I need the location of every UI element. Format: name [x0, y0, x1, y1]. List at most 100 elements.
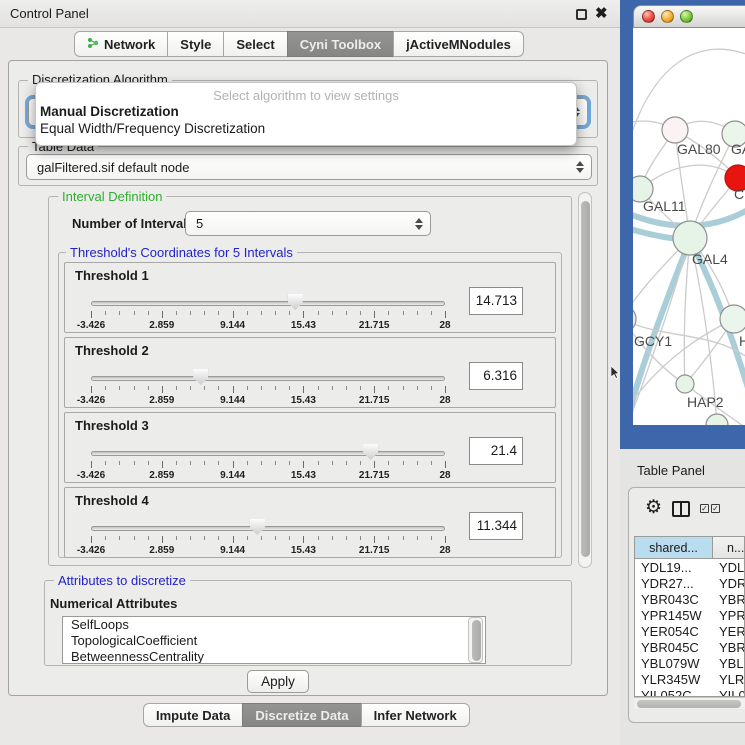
node-label-gal11: GAL11 [643, 198, 686, 214]
threshold-value-field[interactable]: 21.4 [469, 437, 523, 465]
network-node-bottom-node[interactable] [706, 414, 728, 425]
cell-shared-name[interactable]: YIL052C [641, 688, 692, 697]
threshold-label: Threshold 3 [75, 418, 149, 433]
threshold-slider-track[interactable] [91, 301, 445, 306]
attribute-list-item[interactable]: BetweennessCentrality [63, 649, 485, 664]
tab-select[interactable]: Select [223, 31, 287, 57]
mouse-cursor [611, 366, 620, 384]
threshold-slider-thumb[interactable] [250, 519, 265, 535]
zoom-traffic-light[interactable] [680, 10, 693, 23]
cell-shared-name[interactable]: YPR145W [641, 608, 702, 623]
cell-shared-name[interactable]: YBR045C [641, 640, 699, 655]
cell-shared-name[interactable]: YDR27... [641, 576, 694, 591]
close-icon[interactable]: ✖ [595, 4, 608, 22]
cell-name[interactable]: YIL0 [719, 688, 745, 697]
cell-shared-name[interactable]: YDL19... [641, 560, 692, 575]
popup-item-equal-width-frequency[interactable]: Equal Width/Frequency Discretization [36, 120, 576, 137]
table-row[interactable]: YLR345W YLR3 [635, 671, 745, 687]
network-node-right-mid[interactable] [720, 305, 745, 333]
attributes-group-title: Attributes to discretize [54, 573, 190, 588]
cell-shared-name[interactable]: YLR345W [641, 672, 700, 687]
cell-shared-name[interactable]: YBL079W [641, 656, 700, 671]
table-row[interactable]: YBR045C YBR0 [635, 639, 745, 655]
checkbox-icon[interactable]: ✓ [711, 504, 720, 513]
threshold-value-field[interactable]: 6.316 [469, 362, 523, 390]
column-header-shared-name[interactable]: shared... [635, 537, 713, 559]
settings-scrollbar-thumb[interactable] [581, 201, 590, 557]
network-node-gal80[interactable] [662, 117, 688, 143]
tab-impute-data[interactable]: Impute Data [143, 703, 243, 727]
threshold-slider-thumb[interactable] [288, 294, 303, 310]
cell-name[interactable]: YER0 [719, 624, 745, 639]
screenshot-root: Control Panel ✖ Network Style Select Cyn… [0, 0, 745, 745]
threshold-slider-thumb[interactable] [363, 444, 378, 460]
cell-name[interactable]: YBR0 [719, 640, 745, 655]
attributes-list-scrollbar-thumb[interactable] [472, 620, 481, 661]
node-label-gal4: GAL4 [692, 251, 728, 267]
cell-shared-name[interactable]: YER054C [641, 624, 699, 639]
tab-style[interactable]: Style [167, 31, 224, 57]
threshold-slider-track[interactable] [91, 376, 445, 381]
tab-discretize-data[interactable]: Discretize Data [242, 703, 361, 727]
cell-name[interactable]: YDR2 [719, 576, 745, 591]
tab-label: Cyni Toolbox [300, 37, 381, 52]
cell-name[interactable]: YBR0 [719, 592, 745, 607]
settings-scrollbar[interactable] [578, 192, 592, 568]
cell-name[interactable]: YLR3 [719, 672, 745, 687]
network-node-hap2[interactable] [676, 375, 694, 393]
threshold-value-field[interactable]: 14.713 [469, 287, 523, 315]
cell-shared-name[interactable]: YBR043C [641, 592, 699, 607]
table-row[interactable]: YDL19... YDL1 [635, 559, 745, 575]
network-window-titlebar[interactable] [633, 5, 745, 28]
network-node-gal4[interactable] [673, 221, 707, 255]
tab-cyni-toolbox[interactable]: Cyni Toolbox [287, 31, 394, 57]
column-layout-icon[interactable] [672, 501, 690, 517]
table-hscrollbar[interactable] [634, 697, 745, 709]
threshold-panel: Threshold 3 -3.4262.8599.14415.4321.7152… [64, 412, 556, 483]
node-label-right-mid: H [739, 333, 745, 349]
attribute-list-item[interactable]: SelfLoops [63, 617, 485, 633]
column-header-name[interactable]: n... [713, 537, 745, 559]
control-panel-tabs: Network Style Select Cyni Toolbox jActiv… [74, 31, 524, 57]
cell-name[interactable]: YBL0 [719, 656, 745, 671]
control-panel-window: Control Panel ✖ Network Style Select Cyn… [0, 0, 620, 745]
table-row[interactable]: YER054C YER0 [635, 623, 745, 639]
cell-name[interactable]: YPR1 [719, 608, 745, 623]
combo-arrows-icon [415, 218, 423, 230]
threshold-slider-track[interactable] [91, 526, 445, 531]
node-table[interactable]: shared... n... YDL19...YDL1YDR27...YDR2Y… [634, 536, 745, 697]
threshold-panel: Threshold 2 -3.4262.8599.14415.4321.7152… [64, 337, 556, 408]
network-canvas[interactable]: GAL80GACGAL11GAL4GCY1HHAP2 [633, 28, 745, 425]
tab-infer-network[interactable]: Infer Network [361, 703, 470, 727]
table-panel-title: Table Panel [637, 463, 705, 478]
table-row[interactable]: YBL079W YBL0 [635, 655, 745, 671]
attributes-list-scrollbar[interactable] [468, 617, 483, 663]
minimize-traffic-light[interactable] [661, 10, 674, 23]
threshold-slider-thumb[interactable] [193, 369, 208, 385]
float-window-icon[interactable] [576, 9, 587, 20]
attribute-list-item[interactable]: TopologicalCoefficient [63, 633, 485, 649]
tab-network[interactable]: Network [74, 31, 168, 57]
algorithm-dropdown-popup: Select algorithm to view settings Manual… [35, 82, 577, 146]
table-data-combobox[interactable]: galFiltered.sif default node [26, 154, 592, 180]
table-row[interactable]: YDR27... YDR2 [635, 575, 745, 591]
table-row[interactable]: YBR043C YBR0 [635, 591, 745, 607]
threshold-panel: Threshold 1 -3.4262.8599.14415.4321.7152… [64, 262, 556, 333]
gear-icon[interactable]: ⚙ [645, 498, 662, 517]
popup-item-manual-discretization[interactable]: Manual Discretization [36, 103, 576, 120]
table-row[interactable]: YIL052C YIL0 [635, 687, 745, 697]
close-traffic-light[interactable] [642, 10, 655, 23]
network-node-gcy1[interactable] [633, 305, 636, 333]
table-row[interactable]: YPR145W YPR1 [635, 607, 745, 623]
threshold-slider-track[interactable] [91, 451, 445, 456]
table-hscrollbar-thumb[interactable] [637, 700, 741, 708]
tab-label: Select [236, 37, 274, 52]
tab-label: Style [180, 37, 211, 52]
checkbox-icon[interactable]: ✓ [700, 504, 709, 513]
number-of-intervals-combobox[interactable]: 5 [185, 211, 431, 236]
apply-button[interactable]: Apply [247, 670, 309, 693]
tab-jactivemnodules[interactable]: jActiveMNodules [393, 31, 524, 57]
numerical-attributes-list[interactable]: SelfLoopsTopologicalCoefficientBetweenne… [62, 616, 486, 664]
cell-name[interactable]: YDL1 [719, 560, 745, 575]
threshold-value-field[interactable]: 11.344 [469, 512, 523, 540]
